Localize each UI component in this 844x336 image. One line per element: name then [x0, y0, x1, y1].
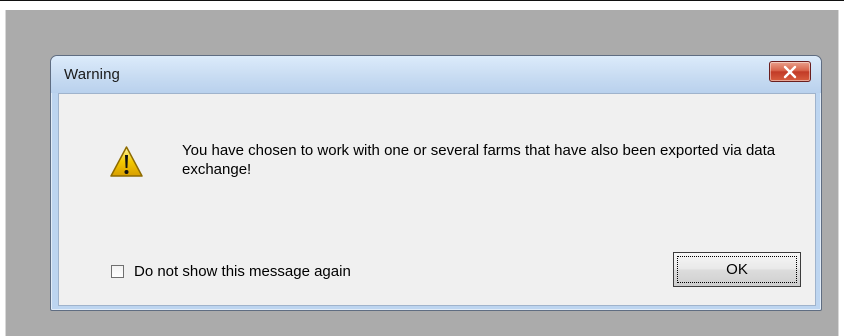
ok-focus-outline: OK: [677, 256, 797, 283]
warning-icon: [109, 145, 144, 180]
checkbox-label[interactable]: Do not show this message again: [134, 263, 351, 280]
dialog-titlebar[interactable]: Warning: [51, 56, 821, 93]
close-icon: [770, 62, 810, 81]
close-button[interactable]: [769, 61, 811, 82]
dialog-title: Warning: [64, 66, 120, 83]
do-not-show-again-checkbox[interactable]: Do not show this message again: [111, 262, 351, 280]
ok-button-label: OK: [726, 261, 748, 278]
checkbox-box[interactable]: [111, 264, 124, 278]
warning-dialog: Warning You have chosen to work with one…: [50, 55, 822, 311]
warning-message: You have chosen to work with one or seve…: [182, 142, 776, 178]
screen-frame: Warning You have chosen to work with one…: [0, 0, 844, 336]
dialog-content: You have chosen to work with one or seve…: [58, 93, 816, 306]
ok-button[interactable]: OK: [673, 252, 801, 287]
